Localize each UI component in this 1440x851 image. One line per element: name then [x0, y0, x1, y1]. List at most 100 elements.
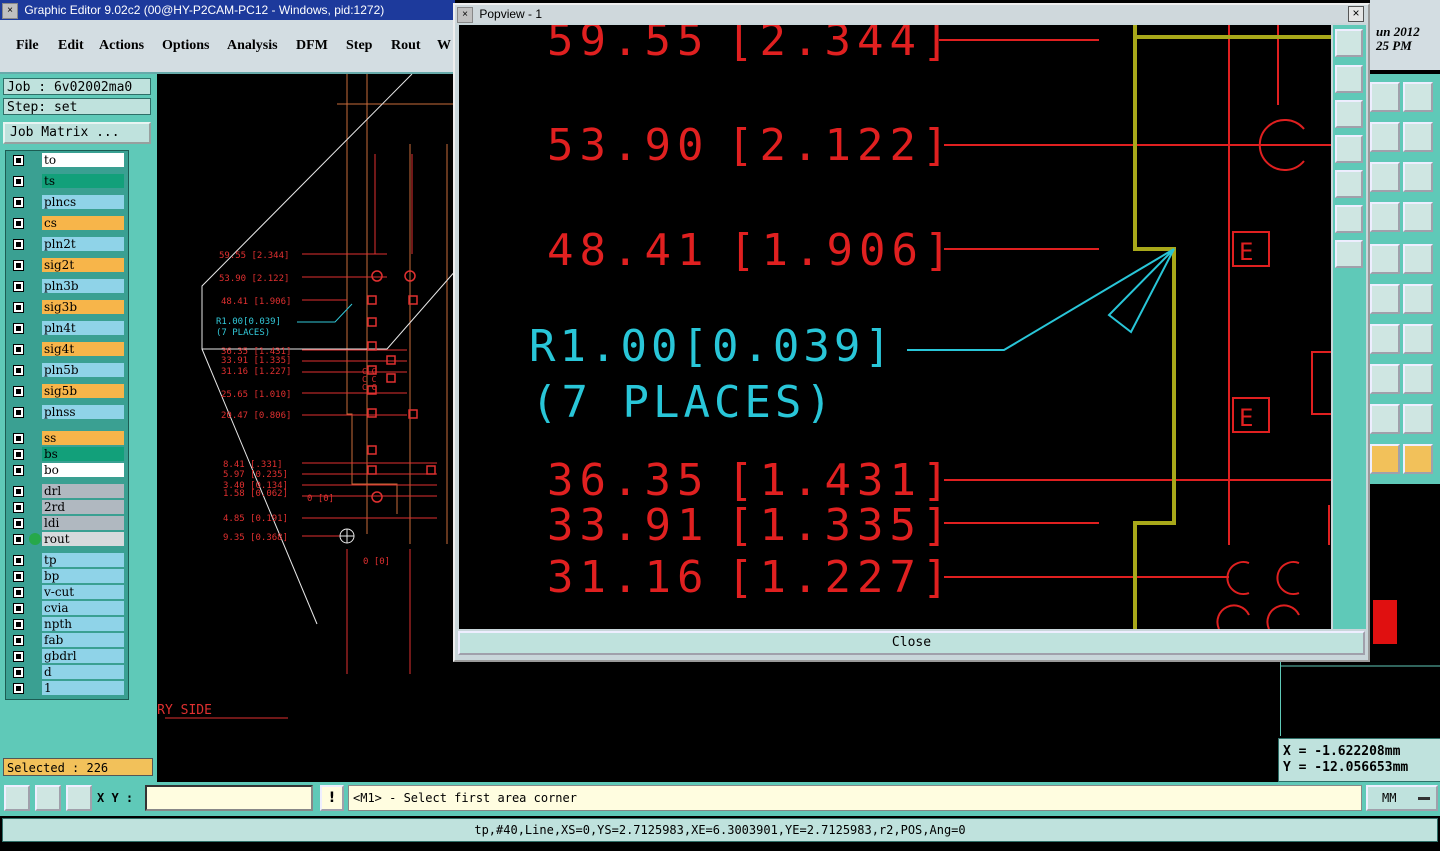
- tool-button[interactable]: [1403, 244, 1433, 274]
- layer-row-1[interactable]: 1: [9, 681, 126, 695]
- job-matrix-button[interactable]: Job Matrix ...: [3, 122, 151, 144]
- pan-up-button[interactable]: [1335, 65, 1363, 93]
- layer-name[interactable]: gbdrl: [42, 649, 124, 663]
- popview-titlebar[interactable]: × Popview - 1 ×: [455, 5, 1368, 23]
- layer-row-sig4t[interactable]: sig4t: [9, 342, 126, 356]
- layer-row-2rd[interactable]: 2rd: [9, 500, 126, 514]
- tool-button[interactable]: [1403, 404, 1433, 434]
- tool-button[interactable]: [1403, 364, 1433, 394]
- layer-checkbox[interactable]: [13, 603, 24, 614]
- layer-checkbox[interactable]: [13, 433, 24, 444]
- layer-checkbox[interactable]: [13, 571, 24, 582]
- layer-checkbox[interactable]: [13, 651, 24, 662]
- layer-row-npth[interactable]: npth: [9, 617, 126, 631]
- layer-row-bo[interactable]: bo: [9, 463, 126, 477]
- layer-checkbox[interactable]: [13, 281, 24, 292]
- layer-checkbox[interactable]: [13, 155, 24, 166]
- layer-name[interactable]: pln3b: [42, 279, 124, 293]
- layer-checkbox[interactable]: [13, 218, 24, 229]
- layer-checkbox[interactable]: [13, 323, 24, 334]
- layer-checkbox[interactable]: [13, 239, 24, 250]
- layer-name[interactable]: sig3b: [42, 300, 124, 314]
- layer-row-fab[interactable]: fab: [9, 633, 126, 647]
- layer-checkbox[interactable]: [13, 534, 24, 545]
- tool-button[interactable]: [1403, 162, 1433, 192]
- tool-button[interactable]: [1370, 324, 1400, 354]
- layer-checkbox[interactable]: [13, 386, 24, 397]
- layer-row-cvia[interactable]: cvia: [9, 601, 126, 615]
- select-tool-button[interactable]: [1370, 444, 1400, 474]
- layer-row-sig5b[interactable]: sig5b: [9, 384, 126, 398]
- layer-row-v-cut[interactable]: v-cut: [9, 585, 126, 599]
- tool-button[interactable]: [1403, 202, 1433, 232]
- layer-row-pln2t[interactable]: pln2t: [9, 237, 126, 251]
- tool-button[interactable]: [1403, 284, 1433, 314]
- layer-row-rout[interactable]: rout: [9, 532, 126, 546]
- layer-name[interactable]: ss: [42, 431, 124, 445]
- tool-button[interactable]: [1403, 122, 1433, 152]
- layer-row-ldi[interactable]: ldi: [9, 516, 126, 530]
- layer-name[interactable]: plncs: [42, 195, 124, 209]
- menu-actions[interactable]: Actions: [99, 38, 144, 54]
- layer-checkbox[interactable]: [13, 667, 24, 678]
- layer-checkbox[interactable]: [13, 344, 24, 355]
- layer-checkbox[interactable]: [13, 587, 24, 598]
- layer-name[interactable]: to: [42, 153, 124, 167]
- layer-name[interactable]: rout: [42, 532, 124, 546]
- measure-icon[interactable]: [35, 785, 61, 811]
- tool-button[interactable]: [1370, 162, 1400, 192]
- layer-row-ts[interactable]: ts: [9, 174, 126, 188]
- layer-row-d[interactable]: d: [9, 665, 126, 679]
- layer-name[interactable]: 2rd: [42, 500, 124, 514]
- pan-left-button[interactable]: [1335, 135, 1363, 163]
- layer-row-pln4t[interactable]: pln4t: [9, 321, 126, 335]
- layer-checkbox[interactable]: [13, 635, 24, 646]
- layer-name[interactable]: bp: [42, 569, 124, 583]
- layer-row-gbdrl[interactable]: gbdrl: [9, 649, 126, 663]
- layer-name[interactable]: drl: [42, 484, 124, 498]
- layer-row-cs[interactable]: cs: [9, 216, 126, 230]
- layer-name[interactable]: cvia: [42, 601, 124, 615]
- layer-name[interactable]: fab: [42, 633, 124, 647]
- layer-name[interactable]: cs: [42, 216, 124, 230]
- layer-name[interactable]: d: [42, 665, 124, 679]
- layer-name[interactable]: pln2t: [42, 237, 124, 251]
- layer-name[interactable]: npth: [42, 617, 124, 631]
- tool-button[interactable]: [1370, 364, 1400, 394]
- main-graphic-canvas[interactable]: C CC CC C 59.55 [2.344] 53.90 [2.122] 48…: [157, 74, 457, 782]
- layer-row-tp[interactable]: tp: [9, 553, 126, 567]
- zoom-area-icon[interactable]: [4, 785, 30, 811]
- layer-checkbox[interactable]: [13, 302, 24, 313]
- layer-checkbox[interactable]: [13, 365, 24, 376]
- popview-close-icon[interactable]: ×: [1348, 6, 1364, 22]
- layer-row-bp[interactable]: bp: [9, 569, 126, 583]
- menu-dfm[interactable]: DFM: [296, 38, 328, 54]
- pan-right-button[interactable]: [1335, 170, 1363, 198]
- layer-row-sig3b[interactable]: sig3b: [9, 300, 126, 314]
- popview-canvas[interactable]: E E 59.55 [2.344] 53.90 [2.122] 48.41 [1…: [459, 25, 1331, 629]
- tool-button[interactable]: [1403, 324, 1433, 354]
- zoom-home-button[interactable]: [1335, 29, 1363, 57]
- grid-icon[interactable]: [66, 785, 92, 811]
- tool-button[interactable]: [1403, 82, 1433, 112]
- layer-row-to[interactable]: to: [9, 153, 126, 167]
- layer-checkbox[interactable]: [13, 486, 24, 497]
- layer-row-sig2t[interactable]: sig2t: [9, 258, 126, 272]
- layer-name[interactable]: plnss: [42, 405, 124, 419]
- layer-checkbox[interactable]: [13, 555, 24, 566]
- menu-rout[interactable]: Rout: [391, 38, 421, 54]
- tool-button[interactable]: [1370, 202, 1400, 232]
- layer-name[interactable]: 1: [42, 681, 124, 695]
- xy-input[interactable]: [145, 785, 313, 811]
- layer-name[interactable]: sig4t: [42, 342, 124, 356]
- menu-edit[interactable]: Edit: [58, 38, 84, 54]
- menu-analysis[interactable]: Analysis: [227, 38, 278, 54]
- menu-step[interactable]: Step: [346, 38, 372, 54]
- zoom-in-button[interactable]: [1335, 205, 1363, 233]
- layer-checkbox[interactable]: [13, 449, 24, 460]
- layer-row-drl[interactable]: drl: [9, 484, 126, 498]
- layer-checkbox[interactable]: [13, 407, 24, 418]
- snap-tool-button[interactable]: [1403, 444, 1433, 474]
- layer-name[interactable]: sig2t: [42, 258, 124, 272]
- layer-checkbox[interactable]: [13, 260, 24, 271]
